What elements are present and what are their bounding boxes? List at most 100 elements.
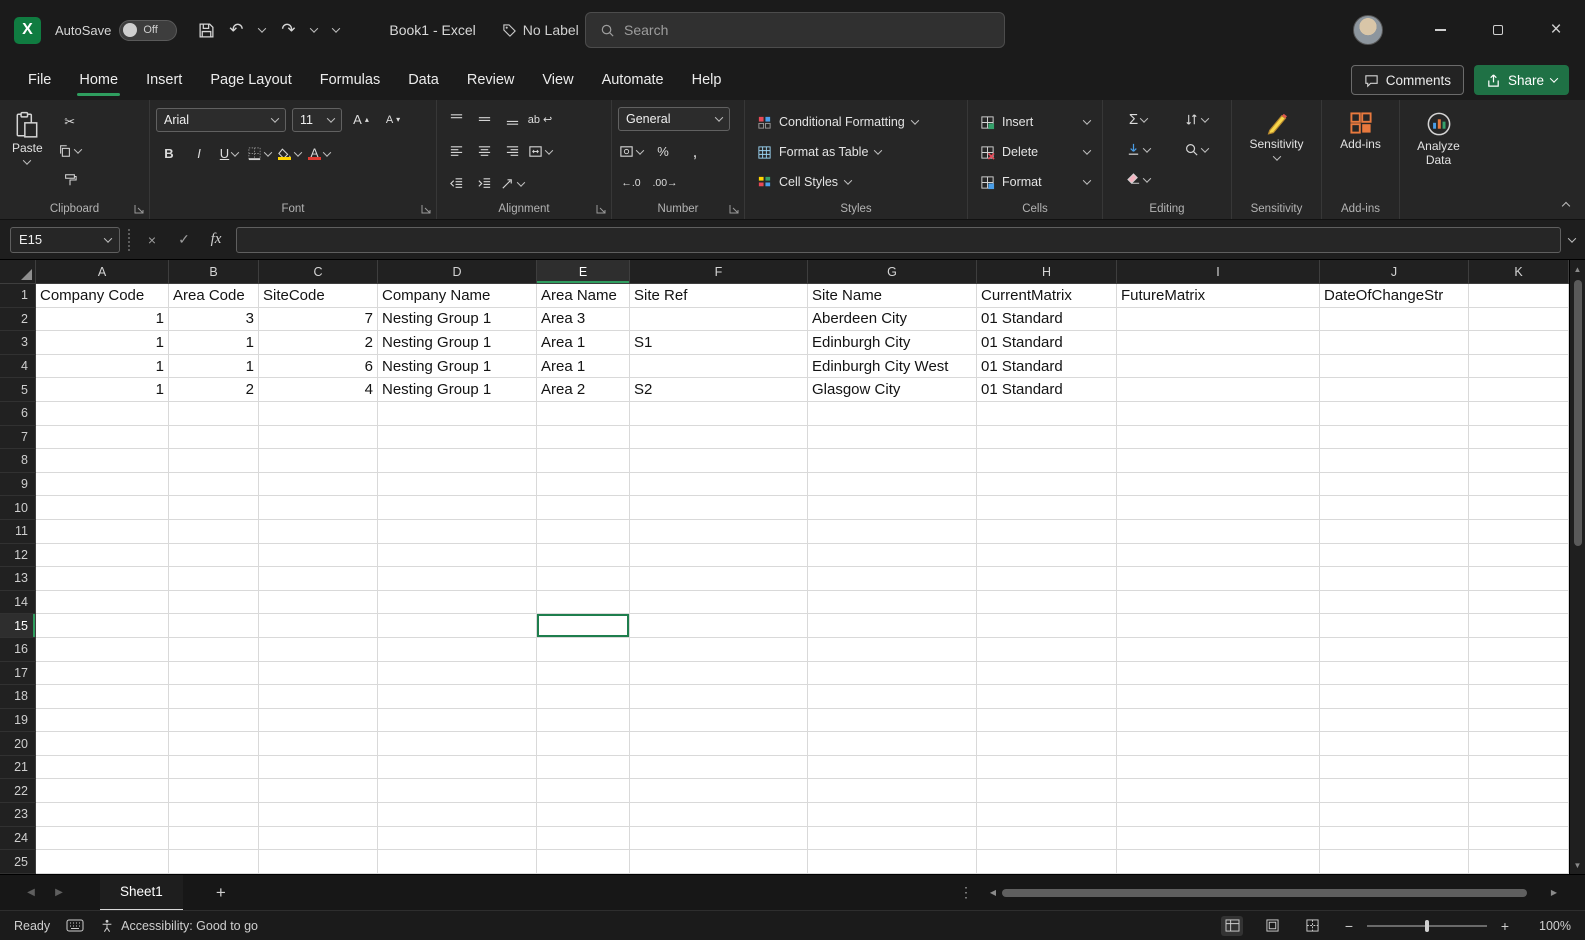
cell-E25[interactable] bbox=[537, 850, 630, 874]
close-button[interactable]: × bbox=[1527, 0, 1585, 60]
select-all-button[interactable] bbox=[0, 260, 36, 284]
addins-button[interactable]: Add-ins bbox=[1334, 107, 1387, 156]
number-dialog-launcher[interactable] bbox=[729, 204, 740, 215]
cell-B24[interactable] bbox=[169, 827, 259, 851]
cell-K14[interactable] bbox=[1469, 591, 1569, 615]
align-center-button[interactable] bbox=[471, 139, 497, 164]
cell-K11[interactable] bbox=[1469, 520, 1569, 544]
accounting-format-button[interactable] bbox=[618, 139, 644, 164]
cell-K25[interactable] bbox=[1469, 850, 1569, 874]
row-header-2[interactable]: 2 bbox=[0, 308, 36, 332]
page-layout-view-button[interactable] bbox=[1261, 916, 1283, 936]
insert-cells-button[interactable]: Insert bbox=[974, 107, 1096, 137]
cell-D24[interactable] bbox=[378, 827, 537, 851]
next-sheet-button[interactable]: ▶ bbox=[46, 880, 72, 906]
cell-I2[interactable] bbox=[1117, 308, 1320, 332]
column-header-D[interactable]: D bbox=[378, 260, 537, 284]
cell-J24[interactable] bbox=[1320, 827, 1469, 851]
cell-E18[interactable] bbox=[537, 685, 630, 709]
cell-I7[interactable] bbox=[1117, 426, 1320, 450]
cell-H24[interactable] bbox=[977, 827, 1117, 851]
cell-K4[interactable] bbox=[1469, 355, 1569, 379]
cell-A16[interactable] bbox=[36, 638, 169, 662]
cell-H15[interactable] bbox=[977, 614, 1117, 638]
cell-C7[interactable] bbox=[259, 426, 378, 450]
cell-I5[interactable] bbox=[1117, 378, 1320, 402]
cell-F8[interactable] bbox=[630, 449, 808, 473]
sort-filter-button[interactable] bbox=[1167, 107, 1225, 132]
accessibility-status[interactable]: Accessibility: Good to go bbox=[100, 919, 258, 933]
previous-sheet-button[interactable]: ◀ bbox=[18, 880, 44, 906]
paste-button[interactable]: Paste bbox=[6, 107, 49, 169]
cell-G18[interactable] bbox=[808, 685, 977, 709]
cell-E5[interactable]: Area 2 bbox=[537, 378, 630, 402]
column-header-F[interactable]: F bbox=[630, 260, 808, 284]
bottom-align-button[interactable] bbox=[499, 107, 525, 132]
cell-B15[interactable] bbox=[169, 614, 259, 638]
cell-I19[interactable] bbox=[1117, 709, 1320, 733]
cell-H11[interactable] bbox=[977, 520, 1117, 544]
cell-G8[interactable] bbox=[808, 449, 977, 473]
cell-J8[interactable] bbox=[1320, 449, 1469, 473]
column-header-G[interactable]: G bbox=[808, 260, 977, 284]
cell-F6[interactable] bbox=[630, 402, 808, 426]
row-header-25[interactable]: 25 bbox=[0, 850, 36, 874]
cell-H14[interactable] bbox=[977, 591, 1117, 615]
cell-F23[interactable] bbox=[630, 803, 808, 827]
cell-D17[interactable] bbox=[378, 662, 537, 686]
cell-B6[interactable] bbox=[169, 402, 259, 426]
cell-F20[interactable] bbox=[630, 732, 808, 756]
cell-A25[interactable] bbox=[36, 850, 169, 874]
cell-G6[interactable] bbox=[808, 402, 977, 426]
cell-H4[interactable]: 01 Standard bbox=[977, 355, 1117, 379]
cell-H13[interactable] bbox=[977, 567, 1117, 591]
cell-F4[interactable] bbox=[630, 355, 808, 379]
column-header-J[interactable]: J bbox=[1320, 260, 1469, 284]
redo-button[interactable]: ↷ bbox=[273, 15, 303, 45]
cell-B11[interactable] bbox=[169, 520, 259, 544]
cell-H5[interactable]: 01 Standard bbox=[977, 378, 1117, 402]
cell-J11[interactable] bbox=[1320, 520, 1469, 544]
cell-J4[interactable] bbox=[1320, 355, 1469, 379]
cell-I9[interactable] bbox=[1117, 473, 1320, 497]
cell-D3[interactable]: Nesting Group 1 bbox=[378, 331, 537, 355]
cell-J17[interactable] bbox=[1320, 662, 1469, 686]
cut-button[interactable]: ✂ bbox=[57, 109, 83, 134]
cell-E24[interactable] bbox=[537, 827, 630, 851]
font-color-button[interactable]: A bbox=[306, 141, 332, 166]
orientation-button[interactable] bbox=[499, 171, 525, 196]
cell-K6[interactable] bbox=[1469, 402, 1569, 426]
cell-B9[interactable] bbox=[169, 473, 259, 497]
cell-K13[interactable] bbox=[1469, 567, 1569, 591]
quick-access-toolbar-button[interactable] bbox=[325, 15, 347, 45]
find-select-button[interactable] bbox=[1167, 137, 1225, 162]
cell-B5[interactable]: 2 bbox=[169, 378, 259, 402]
row-header-14[interactable]: 14 bbox=[0, 591, 36, 615]
cell-I11[interactable] bbox=[1117, 520, 1320, 544]
row-header-21[interactable]: 21 bbox=[0, 756, 36, 780]
cell-D13[interactable] bbox=[378, 567, 537, 591]
horizontal-scroll-track[interactable] bbox=[1000, 886, 1547, 900]
cell-J25[interactable] bbox=[1320, 850, 1469, 874]
cell-B12[interactable] bbox=[169, 544, 259, 568]
cell-I14[interactable] bbox=[1117, 591, 1320, 615]
cell-G17[interactable] bbox=[808, 662, 977, 686]
cell-C14[interactable] bbox=[259, 591, 378, 615]
cell-D2[interactable]: Nesting Group 1 bbox=[378, 308, 537, 332]
cell-G3[interactable]: Edinburgh City bbox=[808, 331, 977, 355]
cell-F24[interactable] bbox=[630, 827, 808, 851]
row-header-13[interactable]: 13 bbox=[0, 567, 36, 591]
cell-E4[interactable]: Area 1 bbox=[537, 355, 630, 379]
font-dialog-launcher[interactable] bbox=[421, 204, 432, 215]
row-header-8[interactable]: 8 bbox=[0, 449, 36, 473]
cell-D25[interactable] bbox=[378, 850, 537, 874]
cell-A4[interactable]: 1 bbox=[36, 355, 169, 379]
borders-button[interactable] bbox=[246, 141, 272, 166]
row-header-10[interactable]: 10 bbox=[0, 496, 36, 520]
cell-J14[interactable] bbox=[1320, 591, 1469, 615]
cell-I22[interactable] bbox=[1117, 779, 1320, 803]
vertical-scroll-track[interactable] bbox=[1570, 278, 1585, 856]
cell-F25[interactable] bbox=[630, 850, 808, 874]
cell-K20[interactable] bbox=[1469, 732, 1569, 756]
cell-B4[interactable]: 1 bbox=[169, 355, 259, 379]
